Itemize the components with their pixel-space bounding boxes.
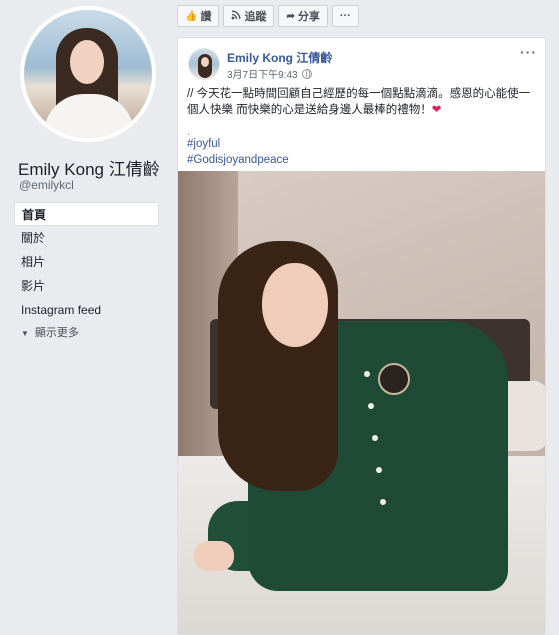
more-label: ··· [339, 10, 351, 22]
share-label: 分享 [297, 11, 320, 23]
thumbs-up-icon: 👍 [185, 10, 198, 22]
profile-name[interactable]: Emily Kong 江倩齡 [18, 155, 160, 180]
post-author-avatar[interactable] [188, 48, 220, 80]
nav-item-label: 相片 [21, 255, 46, 269]
post-text: // 今天花一點時間回顧自己經歷的每一個點點滴滴。感恩的心能使一個人快樂 而快樂… [187, 88, 531, 116]
nav-item-photos[interactable]: 相片 [14, 250, 159, 274]
caret-down-icon: ▼ [21, 329, 29, 338]
left-column: Emily Kong 江倩齡 @emilykcl 首頁 關於 相片 影片 Ins… [0, 0, 166, 635]
post-photo[interactable] [178, 171, 545, 634]
post-time-text[interactable]: 3月7日下午9:43 [227, 66, 298, 81]
hashtag-godisjoyandpeace[interactable]: #Godisjoyandpeace [187, 152, 289, 168]
nav-item-instagram-feed[interactable]: Instagram feed [14, 298, 159, 322]
rss-icon [231, 10, 241, 23]
profile-picture [24, 10, 152, 138]
more-options-button[interactable]: ··· [331, 5, 359, 27]
nav-item-about[interactable]: 關於 [14, 226, 159, 250]
like-page-button[interactable]: 👍 讚 [177, 5, 220, 27]
nav-item-label: 影片 [21, 279, 46, 293]
post-timestamp: 3月7日下午9:43 [227, 66, 312, 81]
nav-item-label: 首頁 [22, 208, 47, 222]
nav-item-home[interactable]: 首頁 [14, 202, 159, 226]
nav-item-label: 關於 [21, 231, 46, 245]
profile-handle[interactable]: @emilykcl [19, 178, 74, 192]
post-author-name[interactable]: Emily Kong 江倩齡 [227, 49, 332, 66]
show-more-label: 顯示更多 [34, 327, 79, 339]
brooch [378, 363, 410, 395]
share-arrow-icon: ➦ [286, 10, 295, 22]
profile-avatar[interactable] [20, 6, 156, 142]
nav-item-label: Instagram feed [21, 303, 102, 317]
nav-item-videos[interactable]: 影片 [14, 274, 159, 298]
globe-icon[interactable] [301, 68, 312, 79]
post-dot: . [187, 126, 191, 138]
follow-button[interactable]: 追蹤 [223, 5, 275, 27]
page-nav: 首頁 關於 相片 影片 Instagram feed ▼ 顯示更多 [14, 202, 159, 344]
follow-label: 追蹤 [244, 11, 267, 23]
post-body: // 今天花一點時間回顧自己經歷的每一個點點滴滴。感恩的心能使一個人快樂 而快樂… [187, 86, 539, 118]
like-label: 讚 [200, 11, 212, 23]
heart-emoji: ❤ [431, 104, 442, 116]
hashtag-joyful[interactable]: #joyful [187, 136, 289, 152]
post-menu-button[interactable]: ··· [520, 44, 537, 60]
share-button[interactable]: ➦ 分享 [278, 5, 328, 27]
post-hashtags: . #joyful #Godisjoyandpeace [187, 126, 289, 168]
post-card: Emily Kong 江倩齡 3月7日下午9:43 ··· // 今天花一點時間… [177, 37, 546, 635]
page-action-bar: 👍 讚 追蹤 ➦ 分享 ··· [177, 5, 359, 27]
show-more-link[interactable]: ▼ 顯示更多 [14, 322, 159, 344]
